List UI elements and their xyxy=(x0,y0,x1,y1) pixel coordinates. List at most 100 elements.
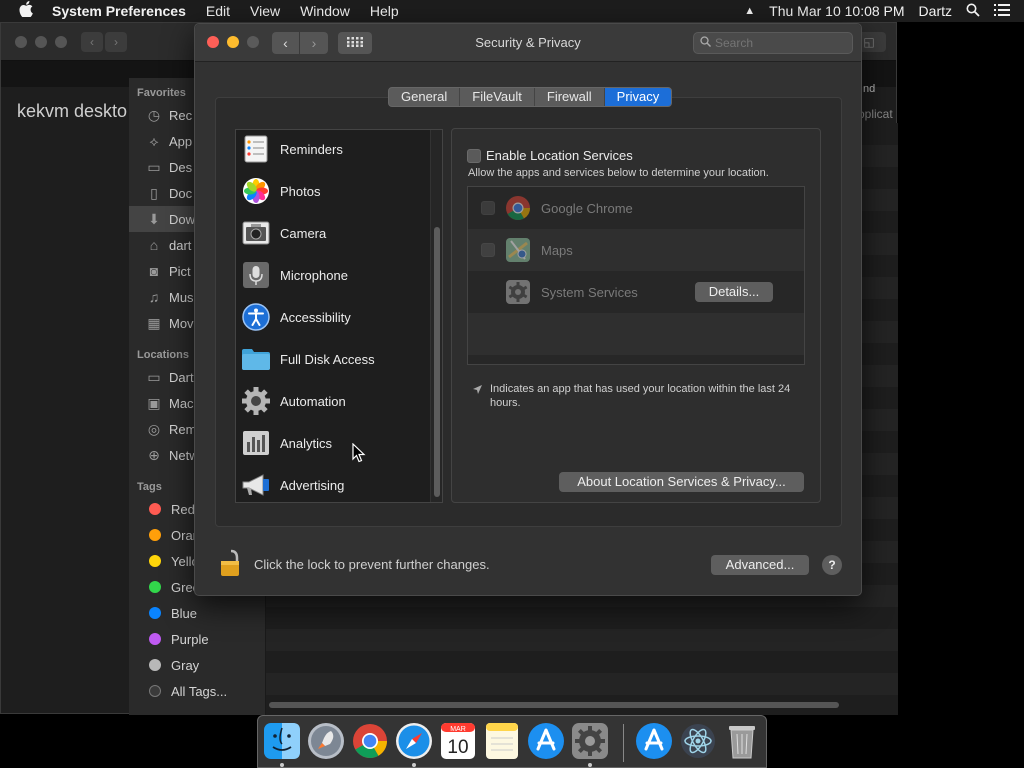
finder-close-button[interactable] xyxy=(15,36,27,48)
unlocked-padlock-icon[interactable] xyxy=(220,548,242,581)
app-store-dock-icon[interactable] xyxy=(527,722,565,760)
list-item-full-disk-access[interactable]: Full Disk Access xyxy=(236,338,426,380)
finder-minimize-button[interactable] xyxy=(35,36,47,48)
tag-dot-icon xyxy=(149,659,161,671)
list-item-label: Advertising xyxy=(280,477,345,493)
microphone-icon xyxy=(241,260,271,290)
list-item-advertising[interactable]: Advertising xyxy=(236,464,426,506)
menu-view[interactable]: View xyxy=(250,3,280,19)
location-arrow-icon xyxy=(472,384,488,410)
safari-dock-icon[interactable] xyxy=(395,722,433,760)
menu-app-name[interactable]: System Preferences xyxy=(52,3,186,19)
dock-separator xyxy=(623,724,624,762)
menu-edit[interactable]: Edit xyxy=(206,3,230,19)
app-row-maps: Maps xyxy=(468,229,804,271)
list-item-automation[interactable]: Automation xyxy=(236,380,426,422)
menu-help[interactable]: Help xyxy=(370,3,399,19)
sidebar-item-label: Rec xyxy=(169,107,193,123)
finder-column-header[interactable]: nd xyxy=(863,83,875,95)
sidebar-item-label: Dow xyxy=(169,211,196,227)
chrome-icon xyxy=(505,195,531,221)
finder-forward-icon[interactable]: › xyxy=(105,32,127,52)
app-name: Google Chrome xyxy=(541,200,633,216)
finder-back-icon[interactable]: ‹ xyxy=(81,32,103,52)
app-store-downloads-dock-icon[interactable] xyxy=(635,722,673,760)
eject-icon[interactable]: ▲ xyxy=(744,5,755,17)
list-item-photos[interactable]: Photos xyxy=(236,170,426,212)
chrome-dock-icon[interactable] xyxy=(351,722,389,760)
list-item-label: Full Disk Access xyxy=(280,351,375,367)
tag-dot-icon xyxy=(149,529,161,541)
location-apps-list: Google Chrome Maps System Services Detai… xyxy=(467,186,805,365)
app-row-empty xyxy=(468,313,804,355)
search-input[interactable] xyxy=(715,36,835,50)
menubar-clock[interactable]: Thu Mar 10 10:08 PM xyxy=(769,3,904,19)
tab-filevault[interactable]: FileVault xyxy=(460,88,535,106)
tab-firewall[interactable]: Firewall xyxy=(535,88,605,106)
list-item-label: Microphone xyxy=(280,267,348,283)
finder-horizontal-scrollbar[interactable] xyxy=(269,702,839,708)
finder-zoom-button[interactable] xyxy=(55,36,67,48)
tab-general[interactable]: General xyxy=(389,88,461,106)
menu-window[interactable]: Window xyxy=(300,3,350,19)
location-services-panel: Enable Location Services Allow the apps … xyxy=(451,128,821,503)
apple-menu-icon[interactable] xyxy=(0,1,52,21)
enable-location-row[interactable]: Enable Location Services xyxy=(467,148,633,163)
camera-icon xyxy=(241,218,271,248)
details-button[interactable]: Details... xyxy=(695,282,773,302)
tab-privacy[interactable]: Privacy xyxy=(604,88,672,106)
dock-running-indicator xyxy=(412,763,416,767)
tag-dot-icon xyxy=(149,633,161,645)
list-item-label: Analytics xyxy=(280,435,333,451)
download-icon: ⬇ xyxy=(148,210,160,227)
launchpad-dock-icon[interactable] xyxy=(307,722,345,760)
trash-dock-icon[interactable] xyxy=(723,722,761,760)
list-item-label: Automation xyxy=(280,393,346,409)
list-scrollbar-thumb[interactable] xyxy=(434,227,440,497)
calendar-dock-icon[interactable]: MAR 10 xyxy=(439,722,477,760)
accessibility-icon xyxy=(241,302,271,332)
sidebar-tag-gray[interactable]: Gray xyxy=(129,652,266,678)
all-tags-icon xyxy=(149,685,161,697)
search-icon xyxy=(700,36,711,50)
list-item-accessibility[interactable]: Accessibility xyxy=(236,296,426,338)
list-item-camera[interactable]: Camera xyxy=(236,212,426,254)
sidebar-item-label: Doc xyxy=(169,185,193,201)
sidebar-tag-purple[interactable]: Purple xyxy=(129,626,266,652)
location-description: Allow the apps and services below to det… xyxy=(468,167,769,179)
computer-icon: ▭ xyxy=(147,368,161,385)
notes-dock-icon[interactable] xyxy=(483,722,521,760)
sidebar-tag-blue[interactable]: Blue xyxy=(129,600,266,626)
about-location-privacy-button[interactable]: About Location Services & Privacy... xyxy=(559,472,804,492)
finder-nav: ‹ › xyxy=(81,32,127,52)
photos-icon xyxy=(241,176,271,206)
sidebar-item-label: Pict xyxy=(169,263,191,279)
enable-location-label: Enable Location Services xyxy=(486,148,633,163)
app-checkbox xyxy=(481,243,495,257)
advanced-button[interactable]: Advanced... xyxy=(711,555,809,575)
dock-running-indicator xyxy=(280,763,284,767)
dock: MAR 10 xyxy=(257,715,767,768)
finder-window-title: kekvm deskto xyxy=(17,101,128,121)
list-item-label: Reminders xyxy=(280,141,343,157)
spotlight-search-icon[interactable] xyxy=(966,3,980,20)
list-item-label: Accessibility xyxy=(280,309,351,325)
sidebar-all-tags[interactable]: All Tags... xyxy=(129,678,266,704)
list-item-microphone[interactable]: Microphone xyxy=(236,254,426,296)
sidebar-locations-header: Locations xyxy=(137,349,189,361)
enable-location-checkbox[interactable] xyxy=(467,148,481,163)
notification-center-icon[interactable] xyxy=(994,3,1010,19)
privacy-category-list[interactable]: Reminders Photos Camera Microphone Acces… xyxy=(235,129,443,503)
search-field[interactable] xyxy=(693,32,853,54)
help-button[interactable]: ? xyxy=(822,555,842,575)
atom-dock-icon[interactable] xyxy=(679,722,717,760)
app-name: System Services xyxy=(541,284,638,300)
system-preferences-dock-icon[interactable] xyxy=(571,722,609,760)
list-item-reminders[interactable]: Reminders xyxy=(236,128,426,170)
globe-icon: ⊕ xyxy=(148,446,160,463)
prefs-titlebar: ‹ › Security & Privacy xyxy=(195,24,861,62)
maps-icon xyxy=(505,237,531,263)
list-item-analytics[interactable]: Analytics xyxy=(236,422,426,464)
menubar-user[interactable]: Dartz xyxy=(919,3,952,19)
finder-dock-icon[interactable] xyxy=(263,722,301,760)
